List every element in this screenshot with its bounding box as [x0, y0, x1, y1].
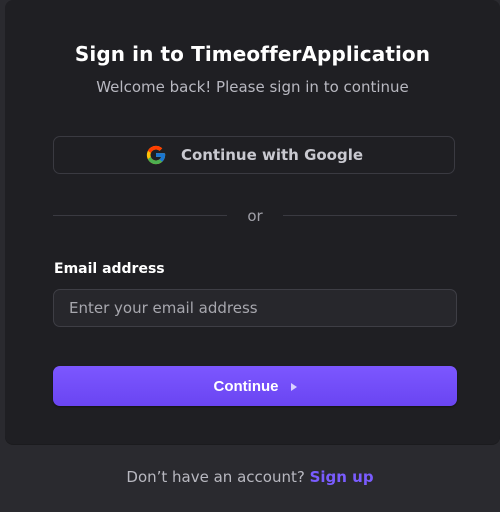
continue-with-google-label: Continue with Google [180, 146, 364, 164]
page-title: Sign in to TimeofferApplication [74, 42, 431, 66]
divider-line-right [283, 215, 457, 216]
email-label: Email address [54, 261, 165, 277]
sign-up-prompt: Don’t have an account? [126, 468, 305, 486]
continue-with-google-button[interactable]: Continue with Google [53, 136, 455, 174]
google-icon [145, 144, 167, 166]
divider-text: or [247, 207, 263, 225]
sign-up-footer: Don’t have an account? Sign up [0, 468, 500, 486]
continue-button[interactable]: Continue [53, 366, 457, 406]
email-field[interactable] [53, 289, 457, 327]
play-arrow-icon [290, 382, 297, 391]
sign-in-page: Sign in to TimeofferApplication Welcome … [0, 0, 500, 512]
or-divider: or [53, 206, 457, 226]
continue-label: Continue [213, 377, 279, 395]
sign-up-link[interactable]: Sign up [310, 468, 374, 486]
sign-in-card: Sign in to TimeofferApplication Welcome … [5, 0, 500, 444]
page-subtitle: Welcome back! Please sign in to continue [96, 78, 409, 96]
